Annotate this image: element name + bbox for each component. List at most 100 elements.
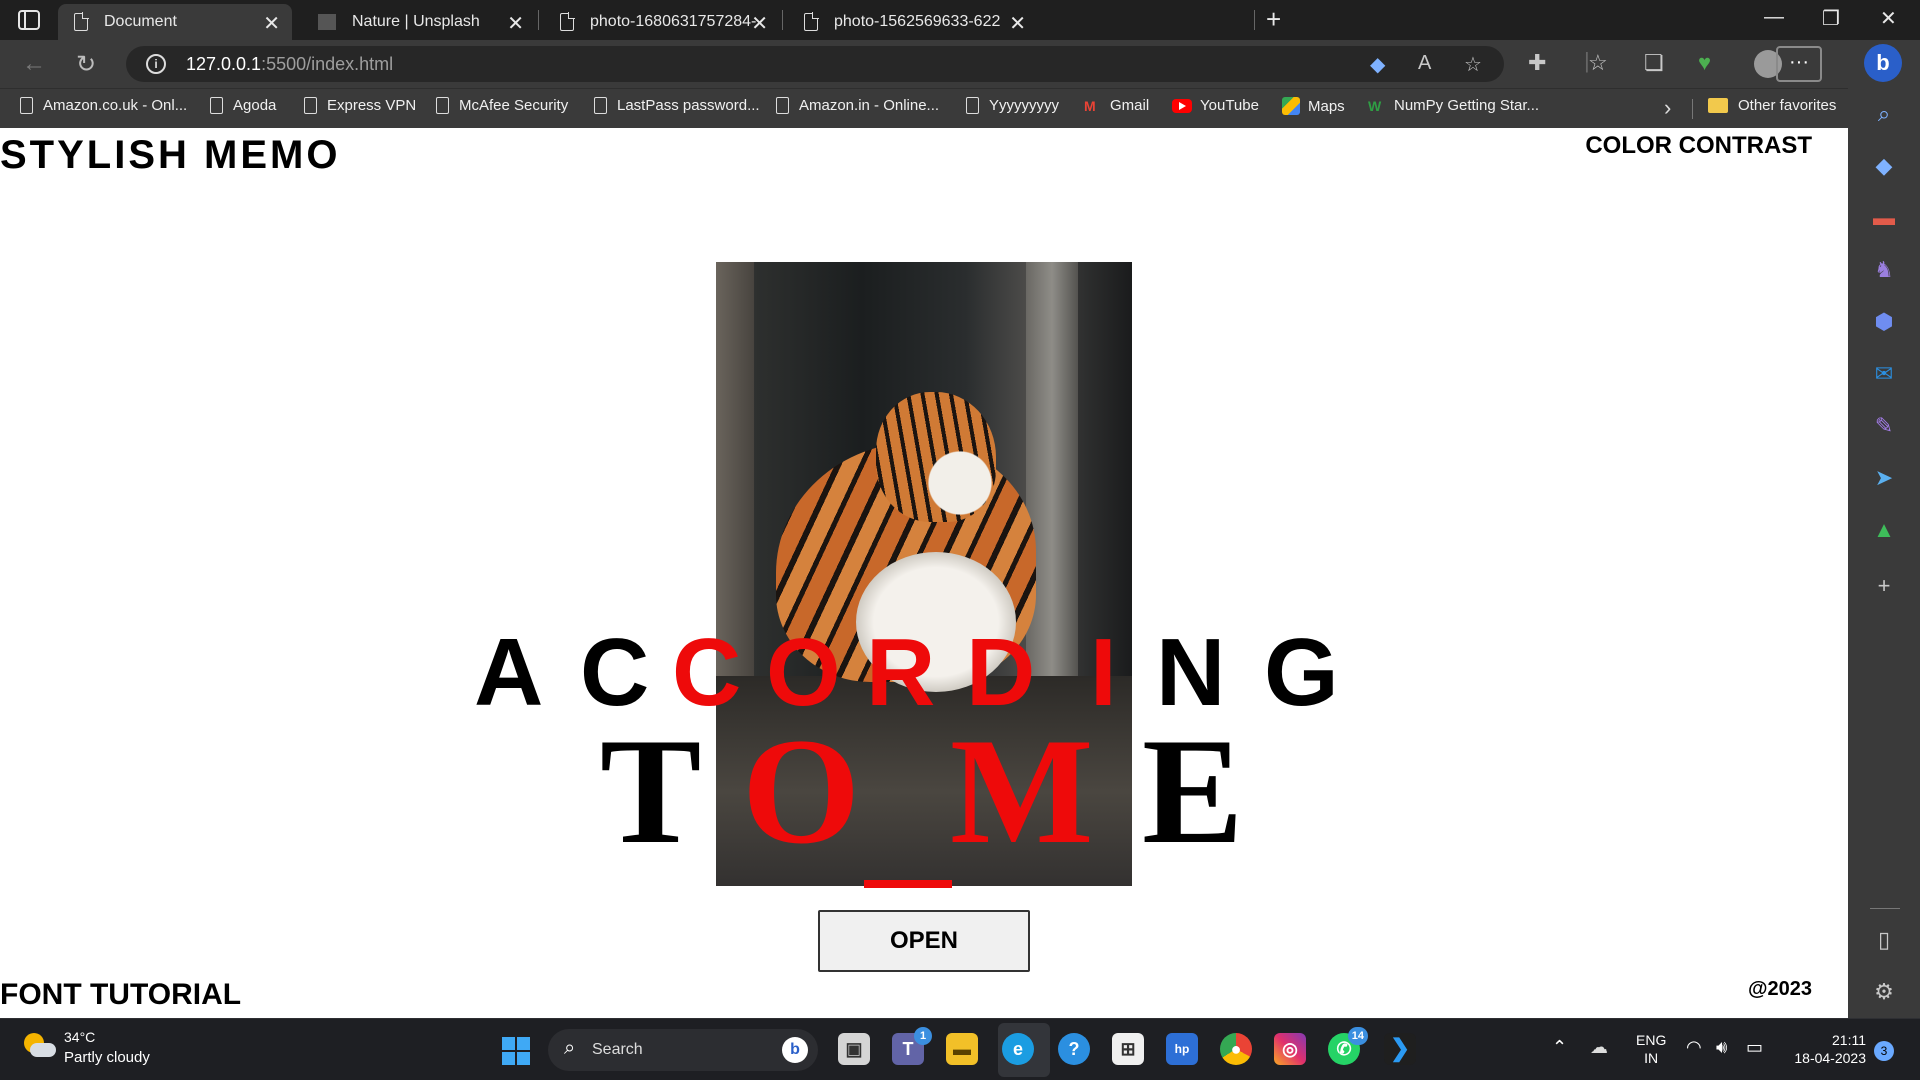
close-window-button[interactable]: ✕: [1880, 6, 1897, 31]
font-tutorial-label: FONT TUTORIAL: [0, 978, 242, 1011]
restore-button[interactable]: ❐: [1822, 6, 1840, 31]
site-info-icon[interactable]: i: [146, 54, 166, 74]
favorites-icon[interactable]: ☆: [1588, 50, 1608, 76]
minimize-button[interactable]: —: [1764, 6, 1784, 29]
tree-icon[interactable]: ▲: [1870, 516, 1898, 544]
volume-icon[interactable]: 🔊︎: [1716, 1037, 1727, 1058]
collections-icon[interactable]: ❏: [1644, 50, 1664, 76]
add-sidebar-icon[interactable]: +: [1870, 572, 1898, 600]
teams-badge: 1: [914, 1027, 932, 1045]
task-view-icon[interactable]: ▣: [838, 1033, 870, 1065]
bookmark-label: Yyyyyyyyy: [989, 97, 1060, 114]
edge-icon[interactable]: e: [1002, 1033, 1034, 1065]
tab-document[interactable]: Document ✕: [58, 4, 292, 40]
outlook-icon[interactable]: ✉: [1870, 360, 1898, 388]
onedrive-cloud-icon[interactable]: ☁: [1590, 1037, 1608, 1058]
settings-gear-icon[interactable]: ⚙: [1870, 978, 1898, 1006]
bookmark-mcafee[interactable]: McAfee Security: [436, 97, 568, 114]
bookmark-lastpass[interactable]: LastPass password...: [594, 97, 760, 114]
clock[interactable]: 21:11 18-04-2023: [1786, 1031, 1866, 1067]
chevron-right-icon[interactable]: ›: [1664, 95, 1671, 121]
bookmark-amazon-in[interactable]: Amazon.in - Online...: [776, 97, 939, 114]
wifi-icon[interactable]: ◠: [1686, 1037, 1702, 1058]
tab-separator: [782, 10, 783, 30]
close-tab-icon[interactable]: ✕: [263, 11, 280, 36]
search-icon[interactable]: ⌕: [1870, 100, 1898, 128]
teams-icon[interactable]: T1: [892, 1027, 932, 1065]
whatsapp-badge: 14: [1347, 1027, 1368, 1045]
tab-nature-unsplash[interactable]: Nature | Unsplash ✕: [302, 4, 536, 40]
vscode-icon[interactable]: ❯: [1384, 1033, 1416, 1065]
close-tab-icon[interactable]: ✕: [1009, 11, 1026, 36]
send-icon[interactable]: ➤: [1870, 464, 1898, 492]
refresh-icon[interactable]: ↻: [76, 50, 96, 79]
instagram-icon[interactable]: ◎: [1274, 1033, 1306, 1065]
tab-photo-1[interactable]: photo-1680631757284-617846a ✕: [544, 4, 780, 40]
hero-letter-accent: O: [742, 707, 861, 875]
coupon-tag-icon[interactable]: ◆: [1370, 52, 1385, 77]
extensions-icon[interactable]: ✚: [1528, 50, 1546, 76]
whatsapp-icon[interactable]: ✆ 14: [1328, 1027, 1368, 1065]
address-bar[interactable]: i 127.0.0.1:5500/index.html ◆ A ☆: [126, 46, 1504, 82]
microsoft-365-icon[interactable]: ⬢: [1870, 308, 1898, 336]
favorites-bar: Amazon.co.uk - Onl... Agoda Express VPN …: [0, 88, 1848, 128]
notification-badge[interactable]: 3: [1874, 1041, 1894, 1061]
tools-icon[interactable]: ▬: [1870, 204, 1898, 232]
bookmark-label: Other favorites: [1738, 97, 1837, 114]
open-button[interactable]: OPEN: [818, 910, 1030, 972]
close-tab-icon[interactable]: ✕: [507, 11, 524, 36]
hero-letter: G: [1264, 619, 1339, 726]
youtube-icon: [1172, 98, 1192, 113]
other-favorites-folder[interactable]: Other favorites: [1708, 97, 1836, 114]
unsplash-icon: [318, 14, 336, 30]
folder-icon: [1708, 98, 1728, 113]
bookmark-yyyy[interactable]: Yyyyyyyyy: [966, 97, 1059, 114]
hero-word-to-me: T O M E: [0, 707, 1848, 875]
taskbar-search[interactable]: ⌕ Search b: [548, 1029, 818, 1071]
partly-cloudy-icon[interactable]: [22, 1033, 56, 1059]
url-text[interactable]: 127.0.0.1:5500/index.html: [186, 54, 393, 75]
hero-letter: E: [1142, 707, 1244, 875]
weather-temperature[interactable]: 34°C: [64, 1029, 95, 1045]
settings-and-more-button[interactable]: ···: [1776, 46, 1822, 82]
hero-letter: A: [474, 619, 544, 726]
tab-separator: [1254, 10, 1255, 30]
bing-icon[interactable]: b: [782, 1037, 808, 1063]
chrome-icon[interactable]: ●: [1220, 1033, 1252, 1065]
read-aloud-icon[interactable]: A: [1418, 52, 1431, 75]
shopping-tag-icon[interactable]: ◆: [1870, 152, 1898, 180]
hero-letter: T: [600, 707, 702, 875]
file-explorer-icon[interactable]: ▬: [946, 1033, 978, 1065]
bing-chat-icon[interactable]: b: [1864, 44, 1902, 82]
designer-icon[interactable]: ✎: [1870, 412, 1898, 440]
bookmark-youtube[interactable]: YouTube: [1172, 97, 1259, 114]
bookmark-numpy[interactable]: W NumPy Getting Star...: [1368, 97, 1539, 114]
hide-sidebar-icon[interactable]: ▯: [1870, 926, 1898, 954]
back-icon[interactable]: ←: [22, 50, 46, 78]
color-contrast-link[interactable]: COLOR CONTRAST: [1585, 132, 1812, 160]
bookmark-express-vpn[interactable]: Express VPN: [304, 97, 416, 114]
page-icon: [804, 12, 819, 31]
bookmark-gmail[interactable]: M Gmail: [1084, 97, 1149, 114]
show-hidden-icons-chevron-icon[interactable]: ⌃: [1552, 1037, 1567, 1058]
bookmark-maps[interactable]: Maps: [1282, 97, 1345, 115]
page-icon: [304, 97, 317, 114]
web-page: STYLISH MEMO COLOR CONTRAST A C C O R D …: [0, 128, 1848, 1018]
add-favorite-icon[interactable]: ☆: [1464, 52, 1482, 77]
tab-actions-icon[interactable]: [18, 10, 40, 30]
bookmark-amazon-uk[interactable]: Amazon.co.uk - Onl...: [20, 97, 187, 114]
battery-icon[interactable]: ▭: [1746, 1037, 1763, 1058]
new-tab-button[interactable]: +: [1266, 4, 1281, 35]
windows-start-icon[interactable]: [502, 1037, 530, 1065]
tab-photo-2[interactable]: photo-1562569633-622303bafef ✕: [788, 4, 1254, 40]
language-indicator[interactable]: ENG IN: [1636, 1031, 1666, 1067]
myhp-icon[interactable]: hp: [1166, 1033, 1198, 1065]
language-code: ENG: [1636, 1032, 1667, 1048]
close-tab-icon[interactable]: ✕: [751, 11, 768, 36]
bookmark-agoda[interactable]: Agoda: [210, 97, 276, 114]
browser-essentials-icon[interactable]: ♥: [1698, 50, 1711, 76]
weather-condition[interactable]: Partly cloudy: [64, 1049, 150, 1066]
microsoft-store-icon[interactable]: ⊞: [1112, 1033, 1144, 1065]
games-icon[interactable]: ♞: [1870, 256, 1898, 284]
get-help-icon[interactable]: ?: [1058, 1033, 1090, 1065]
